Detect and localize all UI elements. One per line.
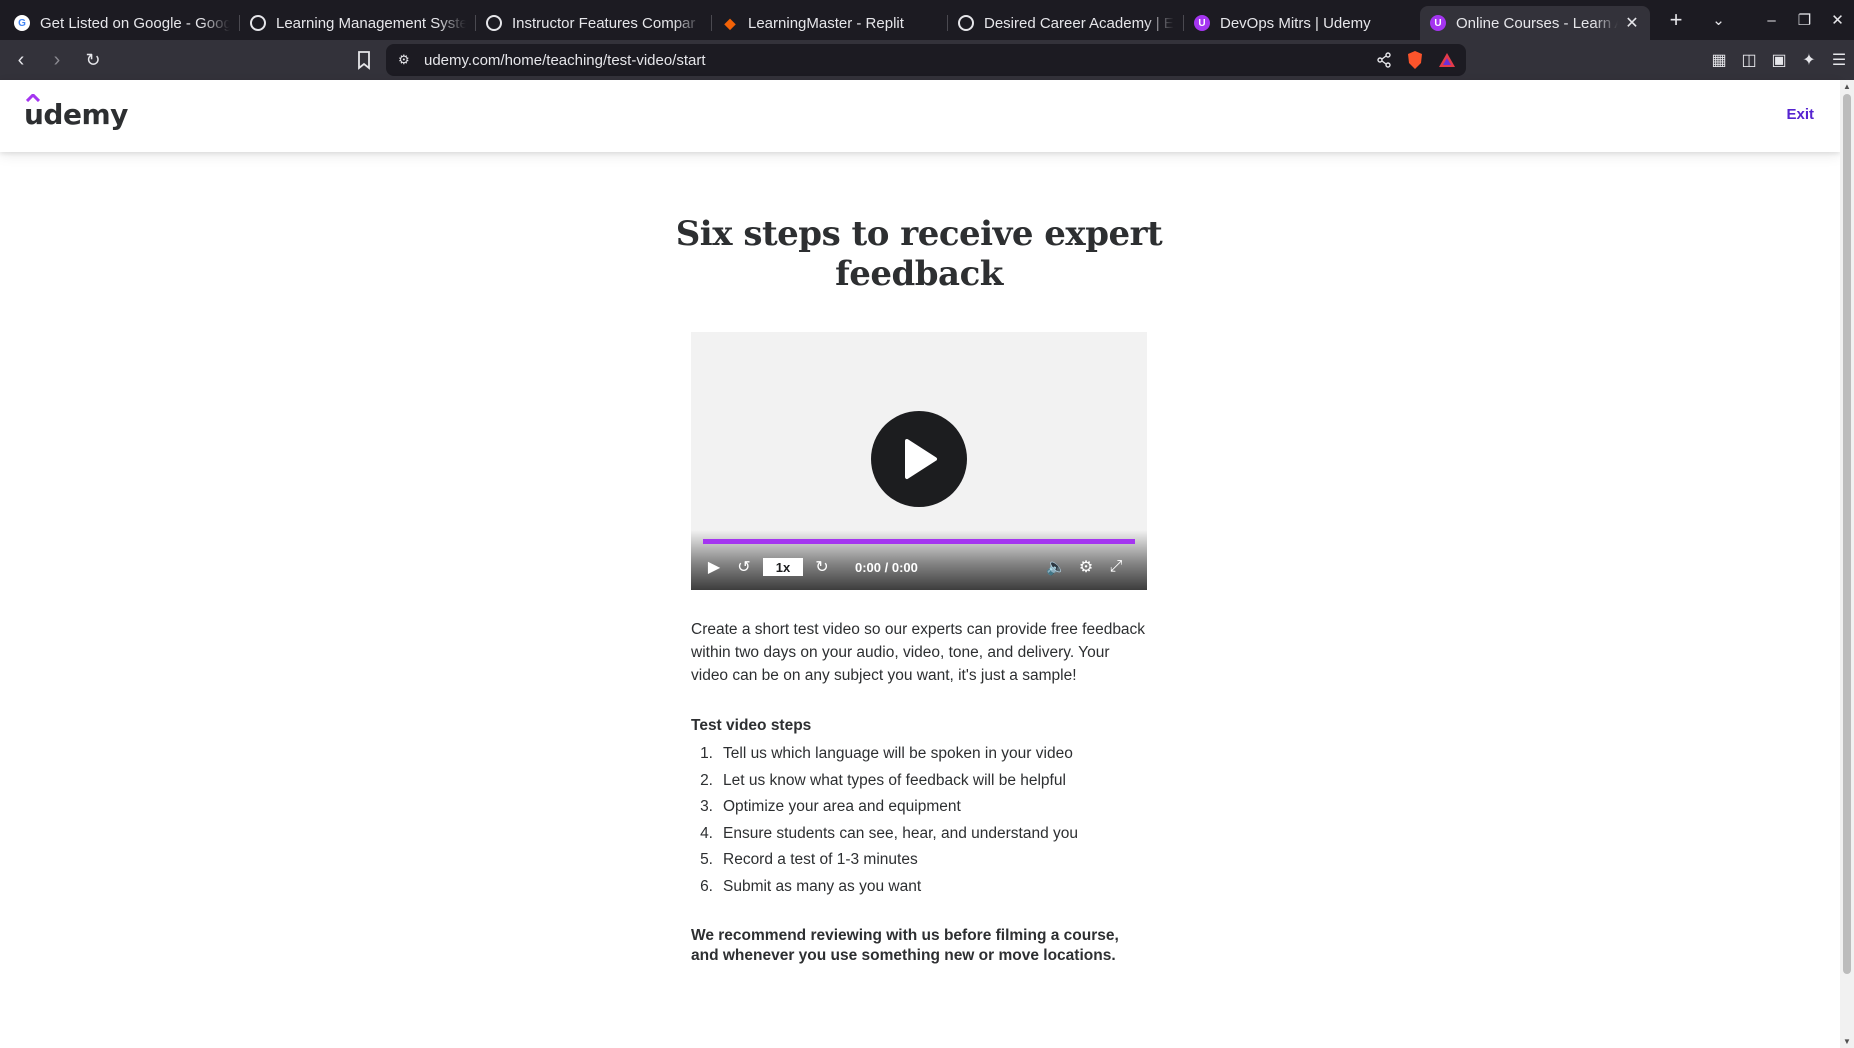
browser-toolbar: ‹ › ↻ ⚙ udemy.com/home/teaching/test-vid… — [0, 40, 1854, 80]
browser-tab[interactable]: Desired Career Academy | E — [948, 6, 1184, 40]
control-row: ▶ ↺ 1x ↻ 0:00 / 0:00 🔈 ⚙ ⤢ — [703, 556, 1135, 578]
minimize-icon[interactable]: – — [1755, 12, 1788, 29]
fullscreen-icon[interactable]: ⤢ — [1105, 556, 1127, 578]
play-icon — [905, 439, 937, 479]
volume-icon[interactable]: 🔈 — [1045, 556, 1067, 578]
list-item: 4. Ensure students can see, hear, and und… — [700, 824, 1079, 842]
brave-shield-icon[interactable] — [1406, 50, 1424, 70]
globe-icon — [958, 15, 974, 31]
play-button[interactable] — [871, 411, 967, 507]
list-item: 2. Let us know what types of feedback wil… — [700, 771, 1066, 789]
restore-icon[interactable]: ❐ — [1788, 11, 1821, 29]
close-icon[interactable]: ✕ — [1624, 13, 1640, 33]
site-info-icon[interactable]: ⚙ — [398, 52, 418, 68]
openai-icon — [486, 15, 502, 31]
sidebar-icon[interactable]: ◫ — [1734, 50, 1764, 70]
brave-rewards-icon[interactable] — [1438, 52, 1456, 68]
steps-list: 1. Tell us which language will be spoken … — [691, 741, 1147, 900]
menu-icon[interactable]: ☰ — [1824, 50, 1854, 70]
browser-tab[interactable]: Learning Management Syste — [240, 6, 476, 40]
scroll-down-icon[interactable]: ▼ — [1840, 1037, 1854, 1046]
scrollbar-thumb[interactable] — [1843, 94, 1851, 974]
extension-toolbar: ▦ ◫ ▣ ✦ ☰ — [1704, 40, 1854, 80]
list-item: 3. Optimize your area and equipment — [700, 798, 961, 815]
openai-icon — [250, 15, 266, 31]
chevron-down-icon[interactable]: ⌄ — [1702, 11, 1735, 29]
browser-tab-active[interactable]: U Online Courses - Learn A ✕ — [1420, 6, 1650, 40]
browser-tab[interactable]: ◆ LearningMaster - Replit — [712, 6, 948, 40]
udemy-icon: U — [1194, 15, 1210, 31]
tab-title: Instructor Features Compar — [512, 14, 696, 32]
replit-icon: ◆ — [724, 14, 736, 31]
new-tab-button[interactable]: + — [1664, 7, 1688, 33]
forward-icon[interactable]: › — [42, 49, 72, 72]
settings-gear-icon[interactable]: ⚙ — [1075, 556, 1097, 578]
browser-tab-bar: G Get Listed on Google - Goog Learning M… — [0, 0, 1854, 40]
control-right: 🔈 ⚙ ⤢ — [1045, 556, 1135, 578]
description: Create a short test video so our experts… — [691, 621, 1146, 684]
tab-title: Get Listed on Google - Goog — [40, 14, 230, 32]
forward-icon[interactable]: ↻ — [811, 556, 833, 578]
leo-ai-icon[interactable]: ✦ — [1794, 50, 1824, 70]
play-small-icon[interactable]: ▶ — [703, 556, 725, 578]
list-item: 6. Submit as many as you want — [700, 877, 922, 895]
bookmark-icon[interactable] — [354, 49, 374, 71]
share-icon[interactable] — [1376, 52, 1392, 68]
tab-title: Learning Management Syste — [276, 14, 466, 32]
browser-tab[interactable]: G Get Listed on Google - Goog — [4, 6, 240, 40]
playback-rate-button[interactable]: 1x — [763, 558, 803, 576]
list-item: 5. Record a test of 1-3 minutes — [700, 851, 918, 868]
logo-hat-icon — [26, 94, 40, 102]
time-display: 0:00 / 0:00 — [855, 559, 918, 575]
tab-title: Desired Career Academy | E — [984, 14, 1174, 32]
rewind-icon[interactable]: ↺ — [733, 556, 755, 578]
address-bar[interactable]: ⚙ udemy.com/home/teaching/test-video/sta… — [386, 44, 1466, 76]
recommendation-text: We recommend reviewing with us before fi… — [691, 927, 1119, 964]
google-g-icon: G — [14, 15, 30, 31]
steps-title: Test video steps — [691, 717, 812, 734]
main-content: Six steps to receive expert feedback ▶ ↺… — [676, 214, 1163, 965]
tab-title: DevOps Mitrs | Udemy — [1220, 14, 1371, 32]
tab-title: LearningMaster - Replit — [748, 14, 904, 32]
browser-tab[interactable]: U DevOps Mitrs | Udemy — [1184, 6, 1420, 40]
logo-text: udemy — [24, 98, 128, 131]
wallet-icon[interactable]: ▣ — [1764, 50, 1794, 70]
browser-tab[interactable]: Instructor Features Compar — [476, 6, 712, 40]
udemy-logo[interactable]: udemy — [24, 94, 128, 131]
page-scrollbar[interactable]: ▲ ▼ — [1840, 80, 1854, 1048]
site-header: udemy Exit — [0, 80, 1840, 152]
progress-bar[interactable] — [703, 539, 1135, 544]
back-icon[interactable]: ‹ — [6, 49, 36, 72]
list-item: 1. Tell us which language will be spoken … — [700, 745, 1073, 762]
video-player[interactable]: ▶ ↺ 1x ↻ 0:00 / 0:00 🔈 ⚙ ⤢ — [691, 332, 1147, 590]
scroll-up-icon[interactable]: ▲ — [1840, 82, 1854, 91]
page: udemy Exit Six steps to receive expert f… — [0, 80, 1840, 1048]
reload-icon[interactable]: ↻ — [78, 50, 108, 71]
tab-title: Online Courses - Learn A — [1456, 14, 1618, 32]
page-title: Six steps to receive expert feedback — [675, 214, 1163, 294]
window-controls: ⌄ – ❐ ✕ — [1702, 0, 1854, 40]
close-window-icon[interactable]: ✕ — [1821, 11, 1854, 29]
exit-link[interactable]: Exit — [1786, 106, 1814, 123]
video-controls: ▶ ↺ 1x ↻ 0:00 / 0:00 🔈 ⚙ ⤢ — [691, 530, 1147, 590]
url-text[interactable]: udemy.com/home/teaching/test-video/start — [424, 52, 706, 69]
extensions-icon[interactable]: ▦ — [1704, 50, 1734, 70]
udemy-icon: U — [1430, 15, 1446, 31]
